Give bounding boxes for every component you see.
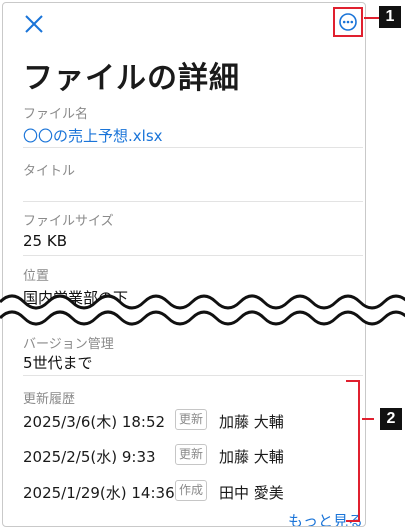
file-name-link[interactable]: 〇〇の売上予想.xlsx — [23, 125, 163, 146]
divider — [23, 375, 363, 376]
callout-badge-1: 1 — [379, 6, 401, 28]
history-user: 田中 愛美 — [219, 484, 284, 502]
history-action-badge: 更新 — [175, 409, 208, 430]
history-user: 加藤 大輔 — [219, 448, 284, 466]
divider — [23, 255, 363, 256]
page-title: ファイルの詳細 — [23, 61, 240, 96]
version-label: バージョン管理 — [23, 337, 114, 352]
file-detail-panel: ファイルの詳細 ファイル名 〇〇の売上予想.xlsx タイトル ファイルサイズ … — [2, 2, 366, 527]
divider — [23, 201, 363, 202]
history-label: 更新履歴 — [23, 392, 76, 407]
history-user: 加藤 大輔 — [219, 413, 284, 431]
file-size-value: 25 KB — [23, 232, 67, 250]
history-row: 2025/2/5(水) 9:33 更新 加藤 大輔 — [23, 444, 363, 468]
location-label: 位置 — [23, 269, 50, 284]
callout-line-2 — [362, 418, 374, 420]
history-date: 2025/1/29(水) 14:36 — [23, 484, 175, 502]
callout-badge-2: 2 — [380, 408, 402, 430]
divider — [23, 147, 363, 148]
history-highlight-bracket — [346, 380, 360, 522]
version-value: 5世代まで — [23, 354, 93, 372]
callout-line-1 — [364, 17, 379, 19]
history-row: 2025/3/6(木) 18:52 更新 加藤 大輔 — [23, 409, 363, 433]
file-size-label: ファイルサイズ — [23, 214, 114, 229]
more-options-icon[interactable] — [339, 13, 357, 31]
history-action-badge: 更新 — [175, 444, 208, 465]
content-break-wave — [0, 294, 405, 326]
history-action-badge: 作成 — [175, 480, 208, 501]
history-row: 2025/1/29(水) 14:36 作成 田中 愛美 — [23, 480, 363, 504]
more-options-highlight — [333, 7, 363, 37]
history-date: 2025/3/6(木) 18:52 — [23, 413, 166, 431]
close-icon[interactable] — [23, 13, 45, 35]
file-name-label: ファイル名 — [23, 107, 89, 122]
title-label: タイトル — [23, 164, 76, 179]
history-date: 2025/2/5(水) 9:33 — [23, 448, 156, 466]
